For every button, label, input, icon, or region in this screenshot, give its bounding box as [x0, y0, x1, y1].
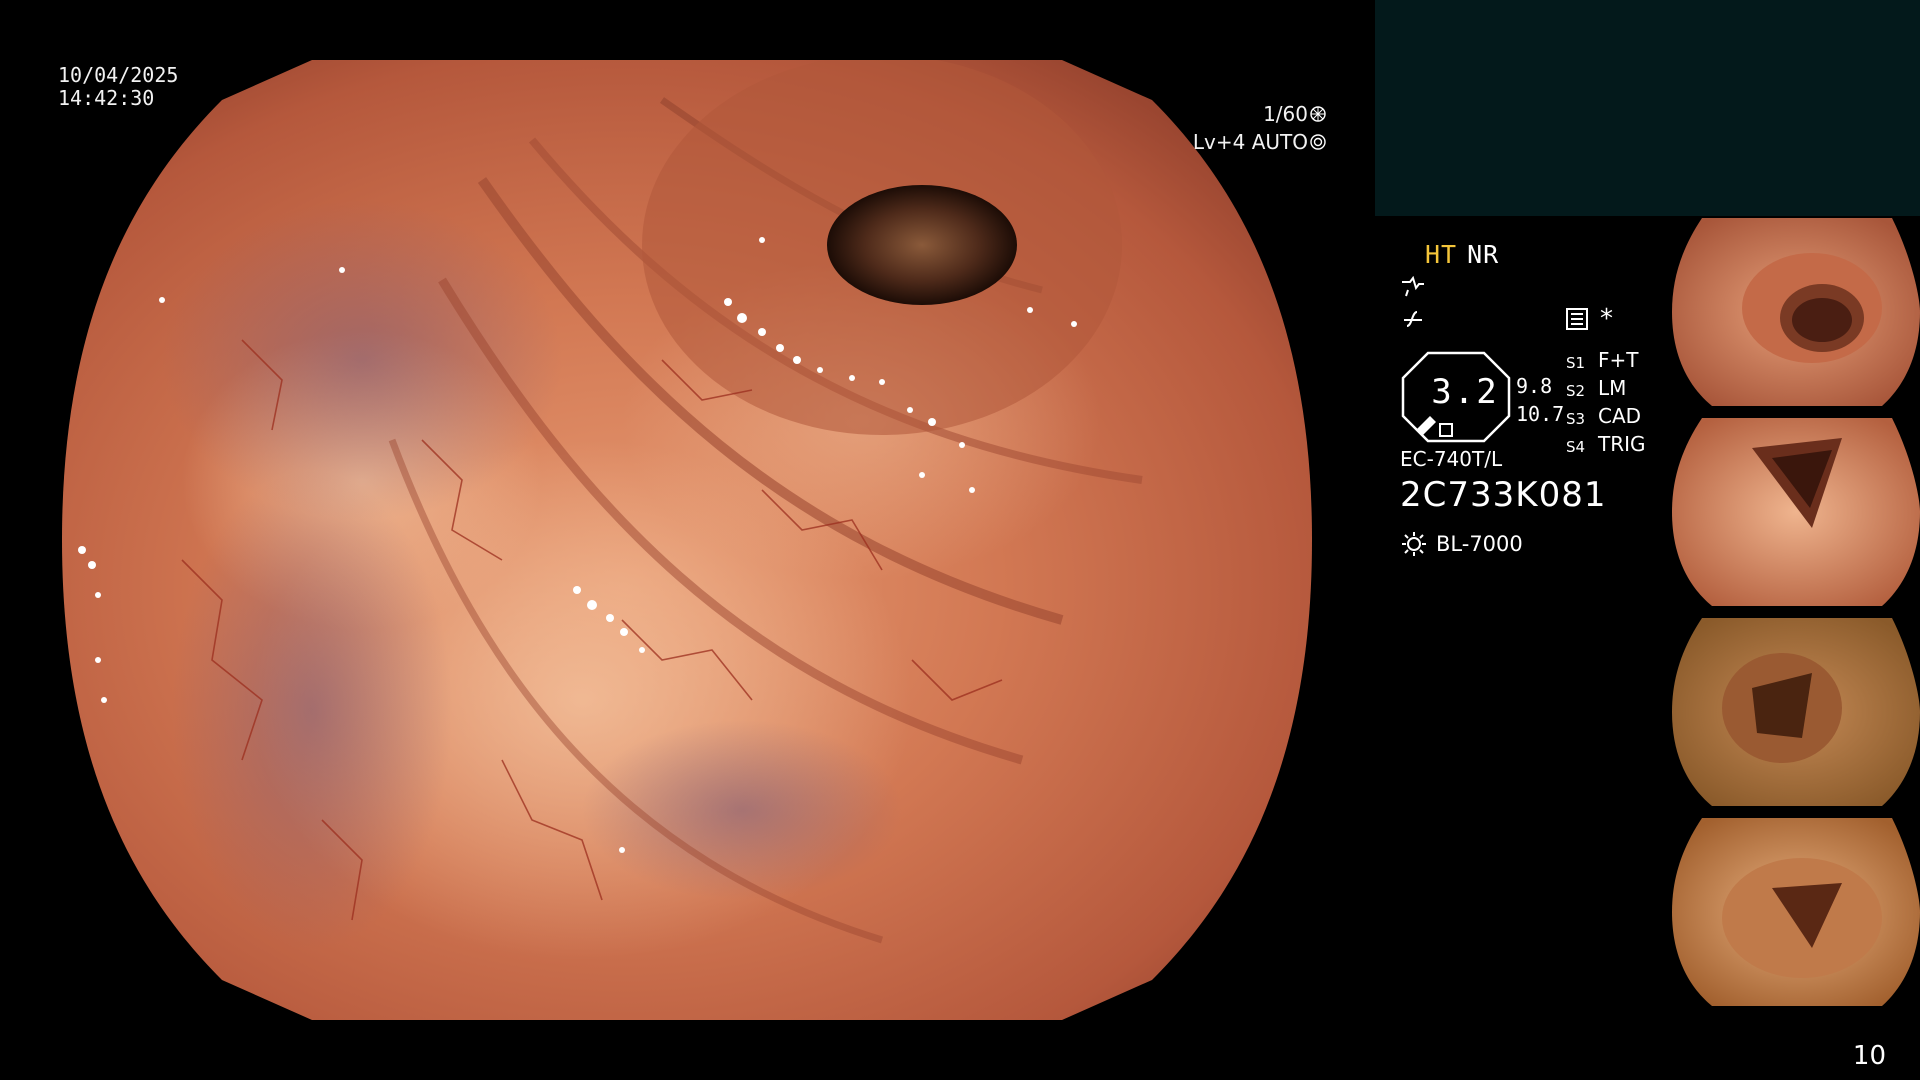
thumbnail-2[interactable] [1672, 418, 1920, 606]
auto-level: Lv+4 AUTO [1192, 130, 1308, 154]
switch-row: S1 F+T [1566, 348, 1646, 376]
magnification-side-values: 9.8 10.7 [1516, 372, 1564, 428]
shutter-icon [1310, 106, 1326, 122]
camera-status: 1/60 Lv+4 AUTO [1193, 100, 1326, 156]
nr-indicator: NR [1467, 240, 1500, 269]
switch-value: LM [1598, 376, 1627, 400]
light-source: BL-7000 [1400, 530, 1523, 558]
switch-row: S3 CAD [1566, 404, 1646, 432]
switch-value: TRIG [1598, 432, 1646, 456]
light-source-label: BL-7000 [1436, 532, 1523, 556]
recorder-icon [1566, 308, 1588, 330]
side-value-top: 9.8 [1516, 374, 1553, 398]
side-value-bottom: 10.7 [1516, 402, 1565, 426]
contrast-icon [1404, 311, 1422, 327]
switch-key: S1 [1566, 354, 1586, 372]
page-number: 10 [1852, 1041, 1886, 1071]
enhancement-icon [1402, 276, 1424, 297]
light-bulb-icon [1402, 532, 1426, 556]
thumbnail-3[interactable] [1672, 618, 1920, 806]
switch-row: S2 LM [1566, 376, 1646, 404]
iris-icon [1310, 134, 1326, 150]
switch-key: S2 [1566, 382, 1586, 400]
ht-indicator: HT [1425, 240, 1458, 269]
scope-serial: 2C733K081 [1400, 475, 1607, 515]
magnification-value: 3.2 [1431, 372, 1499, 412]
switch-row: S4 TRIG [1566, 432, 1646, 460]
endoscopy-view [62, 60, 1312, 1020]
asterisk-indicator: * [1600, 304, 1613, 334]
mode-indicators: HT NR [1425, 240, 1499, 269]
switch-value: CAD [1598, 404, 1642, 428]
switch-key: S3 [1566, 410, 1586, 428]
shutter-speed: 1/60 [1263, 102, 1308, 126]
switch-key: S4 [1566, 438, 1586, 456]
top-info-panel [1375, 0, 1920, 216]
scope-model: EC-740T/L [1400, 447, 1503, 471]
switch-value: F+T [1598, 348, 1639, 372]
switch-assignments: S1 F+T S2 LM S3 CAD S4 TRIG [1566, 348, 1646, 460]
thumbnail-1[interactable] [1672, 218, 1920, 406]
thumbnail-4[interactable] [1672, 818, 1920, 1006]
